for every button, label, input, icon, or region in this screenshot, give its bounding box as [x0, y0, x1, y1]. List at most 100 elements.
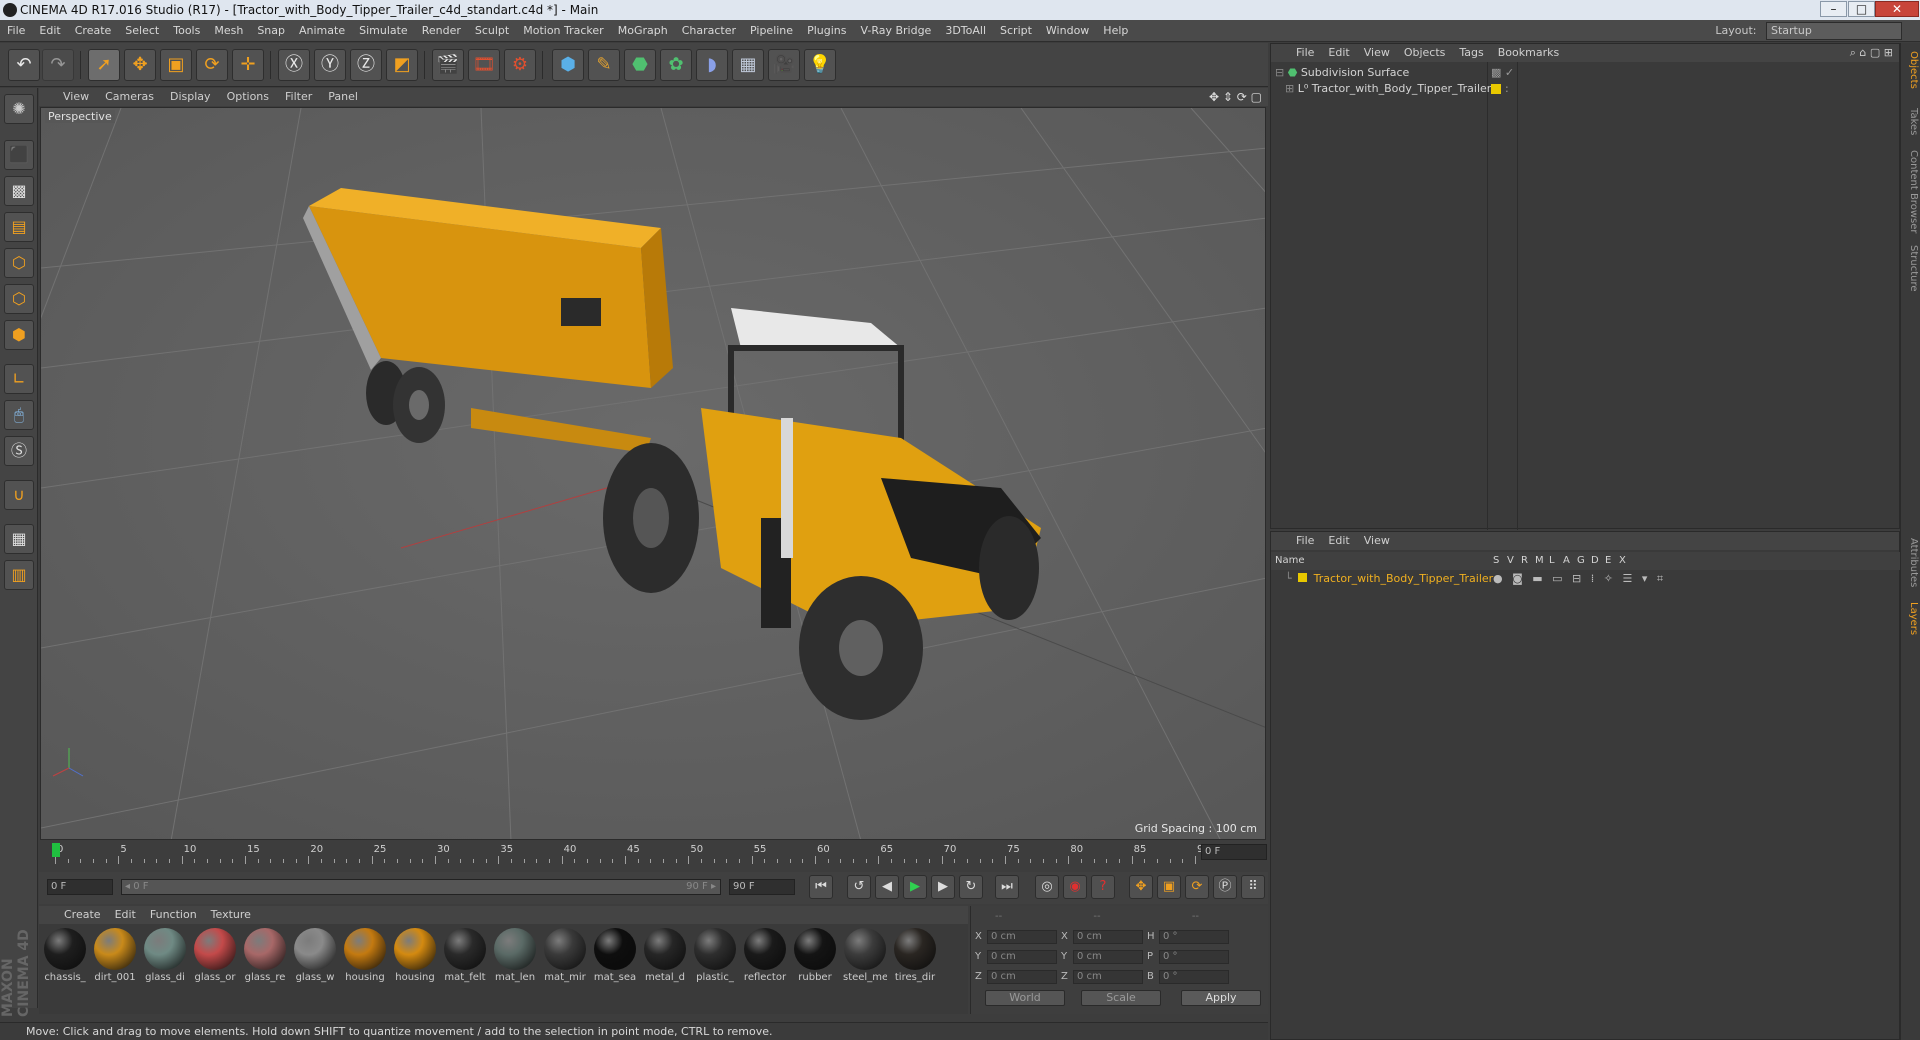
viewport-menu-display[interactable]: Display	[162, 88, 219, 106]
material-menu-texture[interactable]: Texture	[204, 906, 258, 924]
tweak-mode-icon[interactable]: 🖱	[4, 400, 34, 430]
render-to-picture-viewer-icon[interactable]: 🎞	[468, 49, 500, 81]
layout-dropdown[interactable]: Startup	[1766, 22, 1902, 40]
make-editable-icon[interactable]: ✺	[4, 94, 34, 124]
viewport-nav-icons[interactable]: ✥ ⇕ ⟳ ▢	[1209, 88, 1262, 106]
key-scale-icon[interactable]: ▣	[1157, 875, 1181, 899]
y-axis-lock-icon[interactable]: Ⓨ	[314, 49, 346, 81]
menu-mograph[interactable]: MoGraph	[611, 20, 675, 42]
material-swatch[interactable]: plastic_	[693, 928, 737, 983]
go-to-start-icon[interactable]: ⏮	[809, 875, 833, 899]
perspective-viewport[interactable]: Perspective Grid Spacing : 100 cm	[40, 107, 1266, 840]
material-swatch[interactable]: reflector	[743, 928, 787, 983]
coordinate-field[interactable]: 0 cm	[987, 930, 1057, 944]
key-pla-icon[interactable]: ⠿	[1241, 875, 1265, 899]
locked-workplane-icon[interactable]: ▦	[4, 524, 34, 554]
objects-menu-view[interactable]: View	[1357, 44, 1397, 62]
autokey-icon[interactable]: ?	[1091, 875, 1115, 899]
viewport-menu-options[interactable]: Options	[219, 88, 277, 106]
coordinate-field[interactable]: 0 cm	[1073, 970, 1143, 984]
record-off-icon[interactable]: ◎	[1035, 875, 1059, 899]
undo-icon[interactable]: ↶	[8, 49, 40, 81]
object-visibility-dots[interactable]: :	[1505, 80, 1509, 98]
tab-content-browser[interactable]: Content Browser	[1903, 147, 1919, 237]
menu-mesh[interactable]: Mesh	[207, 20, 250, 42]
material-swatch[interactable]: glass_re	[243, 928, 287, 983]
coordinate-field[interactable]: 0 cm	[987, 950, 1057, 964]
deformer-icon[interactable]: ◗	[696, 49, 728, 81]
material-swatch[interactable]: glass_or	[193, 928, 237, 983]
tab-attributes[interactable]: Attributes	[1903, 533, 1919, 593]
layers-menu-view[interactable]: View	[1357, 532, 1397, 550]
live-selection-icon[interactable]: ✛	[232, 49, 264, 81]
key-position-icon[interactable]: ✥	[1129, 875, 1153, 899]
material-swatch[interactable]: mat_mir	[543, 928, 587, 983]
menu-sculpt[interactable]: Sculpt	[468, 20, 516, 42]
objects-menu-edit[interactable]: Edit	[1321, 44, 1356, 62]
viewport-menu-panel[interactable]: Panel	[320, 88, 366, 106]
material-swatch[interactable]: glass_di	[143, 928, 187, 983]
go-to-end-icon[interactable]: ⏭	[995, 875, 1019, 899]
material-swatch[interactable]: metal_d	[643, 928, 687, 983]
points-mode-icon[interactable]: ⬡	[4, 248, 34, 278]
tab-structure[interactable]: Structure	[1903, 243, 1919, 293]
menu-help[interactable]: Help	[1096, 20, 1135, 42]
coordinate-field[interactable]: 0 cm	[987, 970, 1057, 984]
select-arrow-icon[interactable]: ➚	[88, 49, 120, 81]
objects-menu-file[interactable]: File	[1289, 44, 1321, 62]
menu-pipeline[interactable]: Pipeline	[743, 20, 800, 42]
layer-toggle-icons[interactable]: ● ◙ ▬ ▭ ⊟ ⁞ ✧ ☰ ▾ ⌗	[1493, 570, 1666, 588]
coordinate-system-icon[interactable]: ◩	[386, 49, 418, 81]
material-swatch[interactable]: housing	[393, 928, 437, 983]
menu-select[interactable]: Select	[118, 20, 166, 42]
viewport-menu-cameras[interactable]: Cameras	[97, 88, 162, 106]
minimize-button[interactable]: –	[1820, 1, 1847, 17]
coordinate-field[interactable]: 0 °	[1159, 930, 1229, 944]
layer-color-swatch[interactable]	[1491, 84, 1501, 94]
layers-menu-file[interactable]: File	[1289, 532, 1321, 550]
material-swatch[interactable]: chassis_	[43, 928, 87, 983]
floor-icon[interactable]: ▦	[732, 49, 764, 81]
menu-tools[interactable]: Tools	[166, 20, 207, 42]
menu-character[interactable]: Character	[675, 20, 743, 42]
play-icon[interactable]: ▶	[903, 875, 927, 899]
menu-motion-tracker[interactable]: Motion Tracker	[516, 20, 610, 42]
menu-plugins[interactable]: Plugins	[800, 20, 853, 42]
material-swatch[interactable]: steel_me	[843, 928, 887, 983]
next-key-icon[interactable]: ↻	[959, 875, 983, 899]
coordinate-field[interactable]: 0 cm	[1073, 930, 1143, 944]
next-frame-icon[interactable]: ▶	[931, 875, 955, 899]
light-bulb-icon[interactable]: 💡	[804, 49, 836, 81]
menu-animate[interactable]: Animate	[292, 20, 352, 42]
model-mode-icon[interactable]: ⬛	[4, 140, 34, 170]
workplane-mode-icon[interactable]: ▤	[4, 212, 34, 242]
move-icon[interactable]: ✥	[124, 49, 156, 81]
material-swatch[interactable]: mat_felt	[443, 928, 487, 983]
spline-pen-icon[interactable]: ✎	[588, 49, 620, 81]
texture-mode-icon[interactable]: ▩	[4, 176, 34, 206]
menu-vray-bridge[interactable]: V-Ray Bridge	[853, 20, 938, 42]
timeline-ruler[interactable]: 051015202530354045505560657075808590 0 F	[39, 842, 1268, 876]
playhead-marker[interactable]	[52, 843, 60, 857]
key-parameter-icon[interactable]: Ⓟ	[1213, 875, 1237, 899]
snapping-icon[interactable]: Ⓢ	[4, 436, 34, 466]
planar-workplane-icon[interactable]: ▥	[4, 560, 34, 590]
menu-edit[interactable]: Edit	[32, 20, 67, 42]
menu-create[interactable]: Create	[68, 20, 119, 42]
close-button[interactable]: ✕	[1875, 1, 1919, 17]
menu-window[interactable]: Window	[1039, 20, 1096, 42]
material-swatch[interactable]: rubber	[793, 928, 837, 983]
material-menu-function[interactable]: Function	[143, 906, 204, 924]
end-frame-field[interactable]: 90 F	[729, 879, 795, 895]
material-swatch[interactable]: tires_dir	[893, 928, 937, 983]
current-frame-field[interactable]: 0 F	[1201, 844, 1267, 860]
edges-mode-icon[interactable]: ⬡	[4, 284, 34, 314]
tab-takes[interactable]: Takes	[1903, 105, 1919, 139]
viewport-menu-view[interactable]: View	[55, 88, 97, 106]
x-axis-lock-icon[interactable]: Ⓧ	[278, 49, 310, 81]
camera-icon[interactable]: 🎥	[768, 49, 800, 81]
coordinate-field[interactable]: 0 cm	[1073, 950, 1143, 964]
tab-layers[interactable]: Layers	[1903, 599, 1919, 639]
material-swatch[interactable]: glass_w	[293, 928, 337, 983]
key-rotation-icon[interactable]: ⟳	[1185, 875, 1209, 899]
